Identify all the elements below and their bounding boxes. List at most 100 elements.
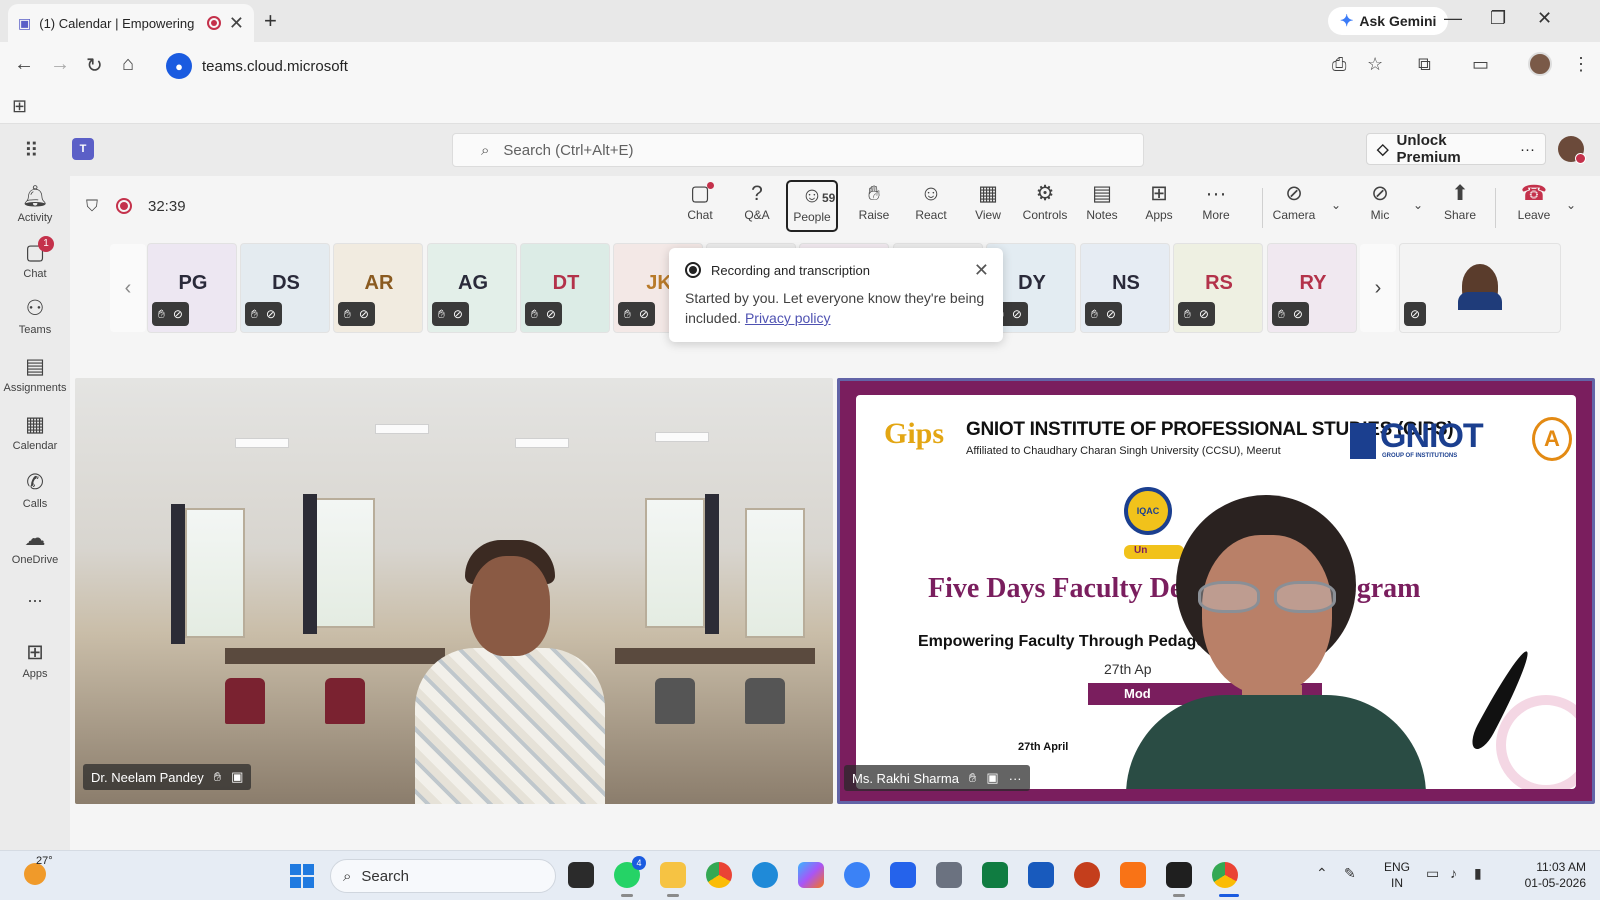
apps-grid-icon[interactable]: ⊞ [12,96,27,117]
whatsapp-icon[interactable]: 4 [614,856,646,888]
ask-gemini-button[interactable]: ✦ Ask Gemini [1328,7,1449,35]
raise-hand-button[interactable]: ✋︎ Raise [846,180,902,232]
excel-icon[interactable] [982,862,1008,888]
rail-item-more[interactable]: ... [0,586,70,607]
word-icon[interactable] [1028,862,1054,888]
qa-button[interactable]: ? Q&A [729,180,785,232]
pen-input-icon[interactable]: ✎ [1344,865,1356,882]
address-bar[interactable]: ● teams.cloud.microsoft [162,48,1384,84]
tab-search-icon[interactable]: ▭ [1472,54,1489,75]
person-body [415,648,605,804]
copilot-icon[interactable] [798,862,824,888]
close-icon[interactable]: ✕ [974,260,989,281]
participant-video-tile[interactable]: Dr. Neelam Pandey ✋︎ ▣ [75,378,833,804]
bell-icon: 🔔︎ [21,185,49,208]
notes-label: Notes [1086,208,1118,222]
chrome-icon[interactable] [706,862,732,888]
react-button[interactable]: ☺ React [903,180,959,232]
close-tab-icon[interactable]: ✕ [229,13,244,34]
presenter-video-tile[interactable]: Gips GNIOT INSTITUTE OF PROFESSIONAL STU… [837,378,1595,804]
sync-app-icon[interactable] [844,862,870,888]
rail-item-calendar[interactable]: ▦ Calendar [0,412,70,452]
previous-participants-button[interactable]: ‹ [110,244,146,332]
extensions-icon[interactable]: ⧉ [1418,54,1431,75]
rail-item-onedrive[interactable]: ☁ OneDrive [0,526,70,566]
language-indicator[interactable]: ENG IN [1384,859,1410,891]
browser-profile-avatar[interactable] [1528,52,1552,76]
ellipsis-icon[interactable]: ··· [1009,771,1022,786]
bookmark-star-icon[interactable]: ☆ [1367,54,1383,75]
rail-item-apps[interactable]: ⊞ Apps [0,640,70,680]
reload-icon[interactable]: ↻ [86,53,103,78]
microphone-site-icon[interactable]: ● [166,53,192,79]
next-participants-button[interactable]: › [1360,244,1396,332]
more-button[interactable]: ··· More [1188,180,1244,232]
chat-unread-badge: 1 [38,236,54,252]
task-view-icon[interactable] [568,862,594,888]
leave-options-chevron-icon[interactable]: ⌄ [1566,198,1576,212]
chat-icon: ▢ [672,180,728,208]
view-button[interactable]: ▦ View [960,180,1016,232]
more-options-icon[interactable]: ··· [1520,141,1535,158]
participant-tile[interactable]: DS ✋︎ ⊘ [240,243,330,333]
rail-item-teams[interactable]: ⚇ Teams [0,296,70,336]
media-app-icon[interactable] [1120,862,1146,888]
edge-icon[interactable] [752,862,778,888]
notes-button[interactable]: ▤ Notes [1074,180,1130,232]
browser-menu-icon[interactable]: ⋮ [1572,54,1590,75]
user-avatar[interactable] [1558,136,1586,164]
taskbar-search[interactable]: ⌕ Search [330,859,556,893]
privacy-policy-link[interactable]: Privacy policy [745,310,831,326]
forward-arrow-icon[interactable]: → [50,53,70,76]
network-icon[interactable]: ▭ [1426,865,1439,882]
participant-tile[interactable]: RY ✋︎ ⊘ [1267,243,1357,333]
rail-item-assignments[interactable]: ▤ Assignments [0,354,70,394]
chrome-profile-icon[interactable] [1212,862,1238,888]
browser-tab[interactable]: ▣ (1) Calendar | Empowering ✕ [8,4,254,42]
leave-button[interactable]: ☎ Leave [1506,180,1562,232]
participant-tile[interactable]: PG ✋︎ ⊘ [147,243,237,333]
rail-item-activity[interactable]: 🔔︎ Activity [0,184,70,224]
mic-button[interactable]: ⊘ Mic [1352,180,1408,232]
rail-item-chat[interactable]: ▢ 1 Chat [0,236,70,280]
close-window-icon[interactable]: ✕ [1537,8,1552,29]
volume-icon[interactable]: ♪ [1450,865,1457,881]
app-launcher-icon[interactable]: ⠿ [24,138,39,163]
apps-button[interactable]: ⊞ Apps [1131,180,1187,232]
windows-start-icon[interactable] [290,864,314,888]
participant-tile[interactable]: AR ✋︎ ⊘ [333,243,423,333]
new-tab-button[interactable]: + [264,8,277,34]
camera-options-chevron-icon[interactable]: ⌄ [1331,198,1341,212]
self-video-tile[interactable]: ⊘ [1399,243,1561,333]
store-icon[interactable] [890,862,916,888]
participant-tile[interactable]: DT ✋︎ ⊘ [520,243,610,333]
participant-tile[interactable]: AG ✋︎ ⊘ [427,243,517,333]
show-hidden-icons-chevron-icon[interactable]: ⌃ [1316,865,1328,882]
camera-app-icon[interactable] [936,862,962,888]
chair [745,678,785,724]
participant-tile[interactable]: NS ✋︎ ⊘ [1080,243,1170,333]
restore-window-icon[interactable]: ❐ [1490,8,1506,29]
file-explorer-icon[interactable] [660,862,686,888]
back-arrow-icon[interactable]: ← [14,53,34,76]
camera-button[interactable]: ⊘ Camera [1266,180,1322,232]
home-icon[interactable]: ⌂ [122,53,134,76]
rail-item-calls[interactable]: ✆ Calls [0,470,70,510]
chat-button[interactable]: ▢ Chat [672,180,728,232]
participant-initials: AR [364,272,394,294]
chair [225,678,265,724]
share-button[interactable]: ⬆ Share [1432,180,1488,232]
capcut-icon[interactable] [1166,862,1192,888]
battery-icon[interactable]: ▮ [1474,865,1482,882]
participant-tile[interactable]: RS ✋︎ ⊘ [1173,243,1263,333]
system-clock[interactable]: 11:03 AM 01-05-2026 [1512,859,1586,891]
people-button[interactable]: ☺ 59 People [786,180,838,232]
powerpoint-icon[interactable] [1074,862,1100,888]
install-app-icon[interactable]: ⎙ [1332,54,1346,75]
hand-icon: ✋︎ [158,306,165,321]
unlock-premium-button[interactable]: ◇ Unlock Premium ··· [1366,132,1546,166]
teams-search-input[interactable]: ⌕ Search (Ctrl+Alt+E) [452,133,1144,167]
controls-button[interactable]: ⚙ Controls [1017,180,1073,232]
mic-options-chevron-icon[interactable]: ⌄ [1413,198,1423,212]
minimize-window-icon[interactable]: — [1444,8,1462,29]
